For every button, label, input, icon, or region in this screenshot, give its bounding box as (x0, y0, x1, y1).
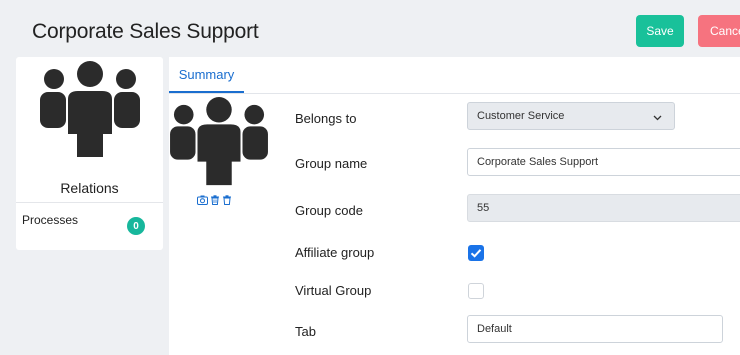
group-name-label: Group name (295, 156, 368, 171)
processes-label: Processes (22, 213, 79, 227)
save-button[interactable]: Save (636, 15, 684, 47)
trash-icon[interactable] (210, 195, 220, 205)
affiliate-group-checkbox[interactable] (468, 245, 484, 261)
page-title: Corporate Sales Support (32, 20, 259, 43)
trash-icon[interactable] (222, 195, 232, 205)
camera-icon[interactable] (197, 195, 208, 205)
count-badge: 0 (127, 217, 145, 235)
group-name-input[interactable]: Corporate Sales Support (467, 148, 740, 176)
group-avatar-icon (40, 59, 140, 176)
virtual-group-checkbox[interactable] (468, 283, 484, 299)
tab-input[interactable]: Default (467, 315, 723, 343)
group-picture-icon (170, 97, 268, 196)
tab-summary[interactable]: Summary (169, 57, 244, 93)
group-code-input: 55 (467, 194, 740, 222)
divider (16, 202, 163, 203)
relations-panel: Relations Processes 0 (16, 57, 163, 250)
group-code-label: Group code (295, 203, 363, 218)
summary-panel: Summary Belongs to Customer Service Grou… (169, 57, 740, 355)
tab-field-label: Tab (295, 324, 316, 339)
belongs-to-value: Customer Service (477, 110, 565, 122)
picture-tools (197, 195, 232, 205)
list-item-processes[interactable]: Processes 0 (16, 207, 163, 237)
virtual-group-label: Virtual Group (295, 283, 372, 298)
affiliate-group-label: Affiliate group (295, 245, 375, 260)
chevron-down-icon (653, 112, 662, 124)
cancel-button[interactable]: Cance (698, 15, 740, 47)
belongs-to-label: Belongs to (295, 111, 357, 126)
belongs-to-select[interactable]: Customer Service (467, 102, 675, 130)
relations-title: Relations (60, 180, 119, 196)
divider (169, 93, 740, 94)
